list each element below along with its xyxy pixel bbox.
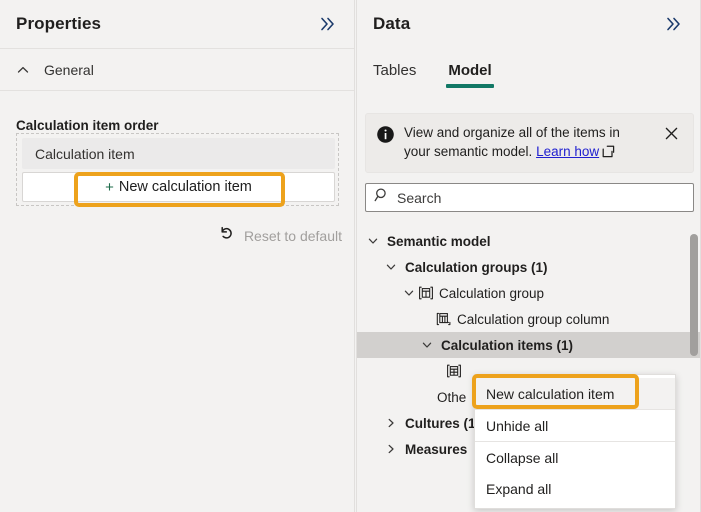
reset-to-default-button[interactable]: Reset to default	[218, 224, 342, 247]
tree-item-label: Semantic model	[387, 233, 491, 249]
chevron-down-icon[interactable]	[401, 287, 417, 299]
chevron-up-icon	[16, 63, 34, 77]
info-circle-icon	[376, 125, 396, 149]
chevron-double-right-icon[interactable]	[660, 10, 688, 38]
chevron-right-icon[interactable]	[383, 417, 399, 429]
search-icon	[374, 187, 390, 208]
data-header: Data	[357, 0, 700, 48]
info-banner: View and organize all of the items in yo…	[365, 113, 694, 173]
calculation-item-chip[interactable]: Calculation item	[22, 138, 335, 169]
chevron-right-icon[interactable]	[383, 443, 399, 455]
open-in-new-icon[interactable]	[602, 144, 615, 163]
context-menu: New calculation item Unhide all Collapse…	[474, 374, 676, 509]
properties-panel-inner: Properties General Calculation item orde…	[0, 0, 355, 512]
context-menu-item-expand-all[interactable]: Expand all	[475, 473, 675, 504]
context-menu-item-collapse-all[interactable]: Collapse all	[475, 442, 675, 473]
chevron-double-right-icon[interactable]	[314, 10, 342, 38]
chevron-down-icon[interactable]	[383, 261, 399, 273]
chevron-down-icon[interactable]	[365, 235, 381, 247]
info-banner-text: View and organize all of the items in yo…	[404, 123, 657, 163]
calculation-group-column-icon	[435, 311, 453, 327]
tree-item-label: Othe	[437, 389, 467, 405]
properties-header: Properties	[0, 0, 354, 48]
data-panel-title: Data	[373, 14, 411, 33]
undo-arrow-icon	[218, 224, 236, 247]
tree-item-calculation-group-column[interactable]: Calculation group column	[357, 306, 700, 332]
tree-item-label: Measures	[405, 441, 468, 457]
section-general[interactable]: General	[0, 49, 354, 91]
tree-item-calculation-groups[interactable]: Calculation groups (1)	[357, 254, 700, 280]
app-root: Properties General Calculation item orde…	[0, 0, 701, 512]
calculation-item-icon	[445, 363, 463, 379]
tab-model[interactable]: Model	[446, 62, 495, 88]
info-banner-line2: your semantic model.	[404, 144, 533, 159]
search-placeholder: Search	[397, 189, 442, 206]
divider	[0, 90, 354, 91]
close-icon[interactable]	[663, 125, 681, 147]
section-general-label: General	[44, 62, 94, 78]
learn-how-link[interactable]: Learn how	[536, 144, 599, 159]
tree-item-calculation-group[interactable]: Calculation group	[357, 280, 700, 306]
tree-item-label: Calculation items (1)	[441, 337, 574, 353]
search-input[interactable]: Search	[365, 183, 694, 212]
tree-item-semantic-model[interactable]: Semantic model	[357, 228, 700, 254]
vertical-scrollbar[interactable]	[690, 232, 698, 510]
tree-item-label: Cultures (1	[405, 415, 476, 431]
properties-panel: Properties General Calculation item orde…	[0, 0, 355, 512]
new-calculation-item-button[interactable]: + New calculation item	[22, 172, 335, 202]
tab-tables[interactable]: Tables	[373, 62, 416, 88]
tree-item-calculation-items[interactable]: Calculation items (1)	[357, 332, 700, 358]
page-title: Properties	[16, 14, 102, 33]
tree-item-label: Calculation group column	[457, 311, 610, 327]
calculation-item-order-dropzone: Calculation item + New calculation item	[16, 133, 339, 206]
reset-to-default-label: Reset to default	[243, 227, 342, 244]
calculation-item-chip-label: Calculation item	[35, 145, 135, 162]
info-banner-line1: View and organize all of the items in	[404, 125, 620, 140]
context-menu-item-new-calculation-item[interactable]: New calculation item	[475, 378, 675, 409]
tree-item-label: Calculation group	[439, 285, 545, 301]
data-panel-tabs: Tables Model	[357, 48, 700, 88]
chevron-down-icon[interactable]	[419, 339, 435, 351]
plus-icon: +	[105, 178, 114, 196]
calculation-group-icon	[417, 285, 435, 301]
context-menu-item-unhide-all[interactable]: Unhide all	[475, 410, 675, 441]
new-calculation-item-button-label: New calculation item	[118, 179, 252, 195]
scrollbar-thumb[interactable]	[690, 234, 698, 356]
tree-item-label: Calculation groups (1)	[405, 259, 548, 275]
